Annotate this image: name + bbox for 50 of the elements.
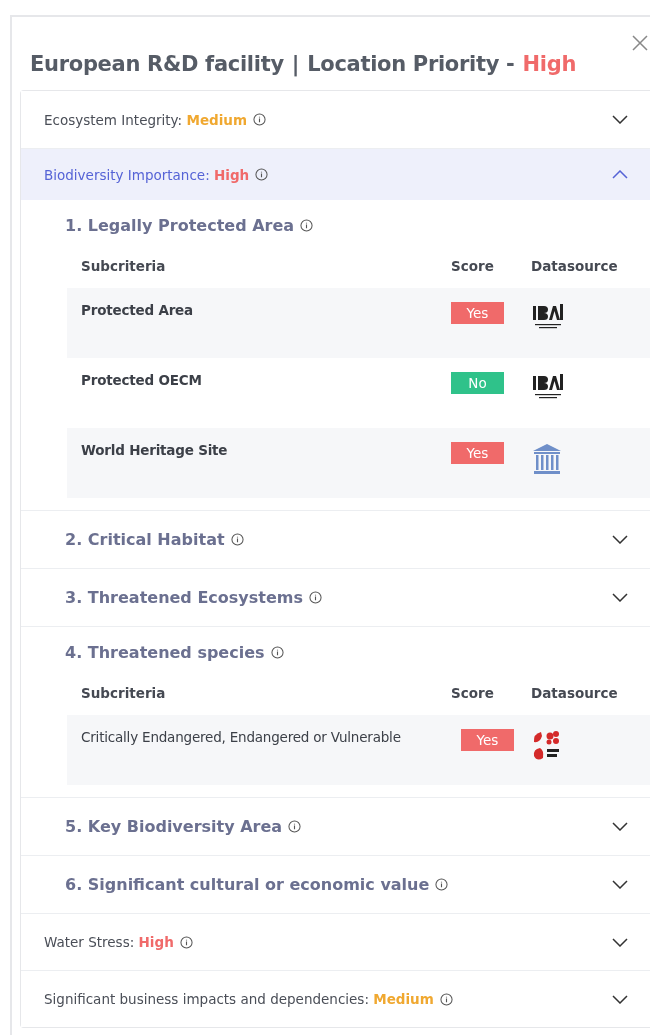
criterion-title[interactable]: 5. Key Biodiversity Area xyxy=(65,817,283,836)
column-header: Datasource xyxy=(531,685,619,701)
column-header: Score xyxy=(451,258,495,274)
info-icon[interactable] xyxy=(179,935,193,949)
chevron-down-icon[interactable] xyxy=(612,822,628,831)
table-cell-text: Protected OECM xyxy=(81,372,203,390)
chevron-up-icon[interactable] xyxy=(612,170,628,179)
facility-name: European R&D facility xyxy=(30,51,284,76)
chevron-down-icon[interactable] xyxy=(612,535,628,544)
score-badge: Yes xyxy=(461,729,514,751)
info-icon[interactable] xyxy=(255,168,269,181)
criterion-title[interactable]: 1. Legally Protected Area xyxy=(65,215,295,235)
title-separator: | xyxy=(291,51,300,76)
priority-label: Location Priority - xyxy=(307,51,515,76)
info-icon[interactable] xyxy=(230,533,244,546)
criterion-title[interactable]: 4. Threatened species xyxy=(65,642,265,662)
info-icon[interactable] xyxy=(300,218,314,232)
temple-icon xyxy=(531,442,563,476)
chevron-down-icon[interactable] xyxy=(612,593,628,602)
section-header[interactable]: Significant business impacts and dependencies: Medium xyxy=(21,970,650,1027)
table-cell-text: Protected Area xyxy=(81,302,194,320)
chevron-down-icon[interactable] xyxy=(612,880,628,889)
info-icon[interactable] xyxy=(439,992,453,1006)
chevron-down-icon[interactable] xyxy=(612,994,628,1004)
column-header: Datasource xyxy=(531,258,619,274)
info-icon[interactable] xyxy=(435,878,449,891)
priority-value: High xyxy=(522,51,577,76)
info-icon[interactable] xyxy=(288,820,302,833)
criterion-title[interactable]: 3. Threatened Ecosystems xyxy=(65,588,303,607)
section-title: Significant business impacts and dependencies: Medium xyxy=(44,991,434,1007)
column-header: Subcriteria xyxy=(81,258,167,274)
close-icon[interactable] xyxy=(632,35,648,51)
score-badge: Yes xyxy=(451,302,504,324)
chevron-down-icon[interactable] xyxy=(612,115,628,124)
section-title: Ecosystem Integrity: Medium xyxy=(44,111,248,128)
chevron-down-icon[interactable] xyxy=(612,937,628,947)
section-title: Water Stress: High xyxy=(44,934,174,950)
table-cell-text: World Heritage Site xyxy=(81,442,229,460)
table-cell-text: Critically Endangered, Endangered or Vulnerable xyxy=(81,729,402,747)
criterion-title[interactable]: 2. Critical Habitat xyxy=(65,530,225,549)
score-badge: No xyxy=(451,372,504,394)
column-header: Subcriteria xyxy=(81,685,167,701)
info-icon[interactable] xyxy=(253,113,267,126)
section-header[interactable]: Biodiversity Importance: High xyxy=(21,148,650,200)
info-icon[interactable] xyxy=(270,645,284,659)
section-title: Biodiversity Importance: High xyxy=(44,166,250,183)
score-badge: Yes xyxy=(451,442,504,464)
info-icon[interactable] xyxy=(308,591,322,604)
criterion-title[interactable]: 6. Significant cultural or economic value xyxy=(65,875,430,894)
column-header: Score xyxy=(451,685,495,701)
